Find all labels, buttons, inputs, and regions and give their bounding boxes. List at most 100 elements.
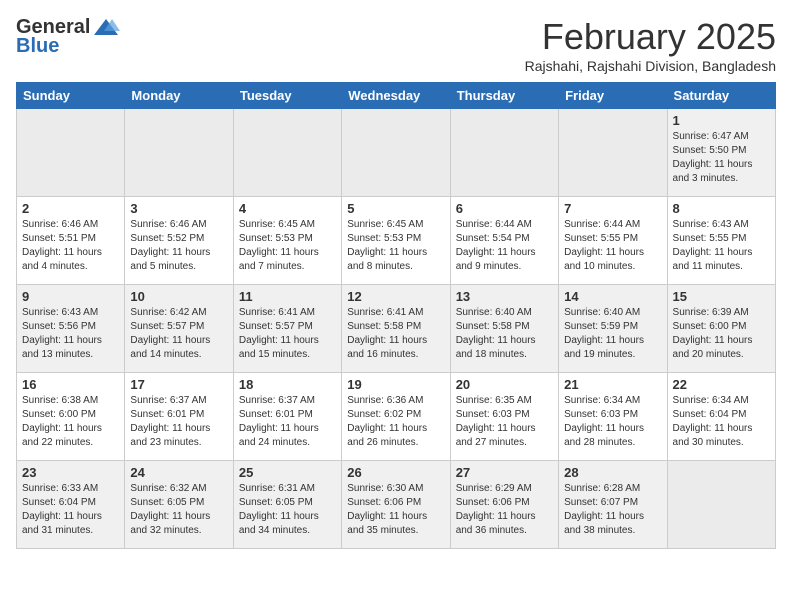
- day-number: 26: [347, 465, 444, 480]
- day-info: Sunrise: 6:28 AM Sunset: 6:07 PM Dayligh…: [564, 482, 661, 538]
- calendar-cell: 27 Sunrise: 6:29 AM Sunset: 6:06 PM Dayli…: [450, 461, 558, 549]
- calendar-cell: [342, 109, 450, 197]
- day-info: Sunrise: 6:41 AM Sunset: 5:58 PM Dayligh…: [347, 306, 444, 362]
- weekday-header-monday: Monday: [125, 83, 233, 109]
- day-info: Sunrise: 6:43 AM Sunset: 5:56 PM Dayligh…: [22, 306, 119, 362]
- calendar-cell: 2 Sunrise: 6:46 AM Sunset: 5:51 PM Daylig…: [17, 197, 125, 285]
- day-info: Sunrise: 6:37 AM Sunset: 6:01 PM Dayligh…: [130, 394, 227, 450]
- day-info: Sunrise: 6:40 AM Sunset: 5:59 PM Dayligh…: [564, 306, 661, 362]
- day-info: Sunrise: 6:31 AM Sunset: 6:05 PM Dayligh…: [239, 482, 336, 538]
- calendar-cell: 16 Sunrise: 6:38 AM Sunset: 6:00 PM Dayli…: [17, 373, 125, 461]
- day-info: Sunrise: 6:34 AM Sunset: 6:04 PM Dayligh…: [673, 394, 770, 450]
- calendar-cell: [125, 109, 233, 197]
- weekday-header-row: SundayMondayTuesdayWednesdayThursdayFrid…: [17, 83, 776, 109]
- calendar-cell: 7Sunrise: 6:44 AM Sunset: 5:55 PM Daylig…: [559, 197, 667, 285]
- day-info: Sunrise: 6:37 AM Sunset: 6:01 PM Dayligh…: [239, 394, 336, 450]
- day-info: Sunrise: 6:42 AM Sunset: 5:57 PM Dayligh…: [130, 306, 227, 362]
- calendar-cell: [233, 109, 341, 197]
- calendar-cell: 17 Sunrise: 6:37 AM Sunset: 6:01 PM Dayli…: [125, 373, 233, 461]
- calendar-cell: 26Sunrise: 6:30 AM Sunset: 6:06 PM Dayli…: [342, 461, 450, 549]
- logo-icon: [92, 17, 120, 39]
- calendar-cell: 18Sunrise: 6:37 AM Sunset: 6:01 PM Dayli…: [233, 373, 341, 461]
- calendar-cell: 11 Sunrise: 6:41 AM Sunset: 5:57 PM Dayli…: [233, 285, 341, 373]
- calendar-week-3: 9 Sunrise: 6:43 AM Sunset: 5:56 PM Daylig…: [17, 285, 776, 373]
- page-header: General Blue February 2025 Rajshahi, Raj…: [16, 16, 776, 74]
- calendar-cell: 3Sunrise: 6:46 AM Sunset: 5:52 PM Daylig…: [125, 197, 233, 285]
- day-info: Sunrise: 6:39 AM Sunset: 6:00 PM Dayligh…: [673, 306, 770, 362]
- calendar-cell: 8 Sunrise: 6:43 AM Sunset: 5:55 PM Daylig…: [667, 197, 775, 285]
- calendar-cell: 14 Sunrise: 6:40 AM Sunset: 5:59 PM Dayli…: [559, 285, 667, 373]
- day-number: 23: [22, 465, 119, 480]
- calendar-cell: [559, 109, 667, 197]
- day-number: 24: [130, 465, 227, 480]
- day-number: 27: [456, 465, 553, 480]
- weekday-header-saturday: Saturday: [667, 83, 775, 109]
- calendar-cell: 23Sunrise: 6:33 AM Sunset: 6:04 PM Dayli…: [17, 461, 125, 549]
- calendar-week-5: 23Sunrise: 6:33 AM Sunset: 6:04 PM Dayli…: [17, 461, 776, 549]
- day-info: Sunrise: 6:43 AM Sunset: 5:55 PM Dayligh…: [673, 218, 770, 274]
- calendar-cell: 21 Sunrise: 6:34 AM Sunset: 6:03 PM Dayli…: [559, 373, 667, 461]
- day-info: Sunrise: 6:35 AM Sunset: 6:03 PM Dayligh…: [456, 394, 553, 450]
- day-number: 25: [239, 465, 336, 480]
- day-number: 19: [347, 377, 444, 392]
- month-title: February 2025: [525, 16, 776, 58]
- day-number: 21: [564, 377, 661, 392]
- day-info: Sunrise: 6:45 AM Sunset: 5:53 PM Dayligh…: [239, 218, 336, 274]
- day-number: 2: [22, 201, 119, 216]
- day-info: Sunrise: 6:29 AM Sunset: 6:06 PM Dayligh…: [456, 482, 553, 538]
- calendar-cell: 24 Sunrise: 6:32 AM Sunset: 6:05 PM Dayli…: [125, 461, 233, 549]
- title-block: February 2025 Rajshahi, Rajshahi Divisio…: [525, 16, 776, 74]
- calendar-cell: [17, 109, 125, 197]
- day-info: Sunrise: 6:34 AM Sunset: 6:03 PM Dayligh…: [564, 394, 661, 450]
- calendar-cell: [450, 109, 558, 197]
- day-info: Sunrise: 6:41 AM Sunset: 5:57 PM Dayligh…: [239, 306, 336, 362]
- calendar-cell: 22 Sunrise: 6:34 AM Sunset: 6:04 PM Dayli…: [667, 373, 775, 461]
- weekday-header-sunday: Sunday: [17, 83, 125, 109]
- calendar-cell: 10 Sunrise: 6:42 AM Sunset: 5:57 PM Dayli…: [125, 285, 233, 373]
- day-number: 14: [564, 289, 661, 304]
- calendar-cell: 5 Sunrise: 6:45 AM Sunset: 5:53 PM Daylig…: [342, 197, 450, 285]
- day-number: 15: [673, 289, 770, 304]
- calendar-cell: [667, 461, 775, 549]
- calendar-cell: 13Sunrise: 6:40 AM Sunset: 5:58 PM Dayli…: [450, 285, 558, 373]
- day-number: 8: [673, 201, 770, 216]
- calendar-cell: 20 Sunrise: 6:35 AM Sunset: 6:03 PM Dayli…: [450, 373, 558, 461]
- day-number: 9: [22, 289, 119, 304]
- day-number: 20: [456, 377, 553, 392]
- day-info: Sunrise: 6:32 AM Sunset: 6:05 PM Dayligh…: [130, 482, 227, 538]
- calendar-week-1: 1 Sunrise: 6:47 AM Sunset: 5:50 PM Daylig…: [17, 109, 776, 197]
- day-number: 10: [130, 289, 227, 304]
- day-info: Sunrise: 6:47 AM Sunset: 5:50 PM Dayligh…: [673, 130, 770, 186]
- day-info: Sunrise: 6:40 AM Sunset: 5:58 PM Dayligh…: [456, 306, 553, 362]
- day-number: 17: [130, 377, 227, 392]
- calendar-cell: 12Sunrise: 6:41 AM Sunset: 5:58 PM Dayli…: [342, 285, 450, 373]
- day-info: Sunrise: 6:44 AM Sunset: 5:55 PM Dayligh…: [564, 218, 661, 274]
- weekday-header-thursday: Thursday: [450, 83, 558, 109]
- calendar-cell: 19 Sunrise: 6:36 AM Sunset: 6:02 PM Dayli…: [342, 373, 450, 461]
- calendar-cell: 28 Sunrise: 6:28 AM Sunset: 6:07 PM Dayli…: [559, 461, 667, 549]
- day-number: 1: [673, 113, 770, 128]
- calendar-cell: 1 Sunrise: 6:47 AM Sunset: 5:50 PM Daylig…: [667, 109, 775, 197]
- day-info: Sunrise: 6:44 AM Sunset: 5:54 PM Dayligh…: [456, 218, 553, 274]
- calendar-cell: 4 Sunrise: 6:45 AM Sunset: 5:53 PM Daylig…: [233, 197, 341, 285]
- logo-blue-text: Blue: [16, 35, 59, 58]
- day-number: 3: [130, 201, 227, 216]
- calendar: SundayMondayTuesdayWednesdayThursdayFrid…: [16, 82, 776, 549]
- day-number: 16: [22, 377, 119, 392]
- calendar-cell: 6Sunrise: 6:44 AM Sunset: 5:54 PM Daylig…: [450, 197, 558, 285]
- day-info: Sunrise: 6:38 AM Sunset: 6:00 PM Dayligh…: [22, 394, 119, 450]
- day-info: Sunrise: 6:36 AM Sunset: 6:02 PM Dayligh…: [347, 394, 444, 450]
- day-number: 28: [564, 465, 661, 480]
- day-info: Sunrise: 6:46 AM Sunset: 5:51 PM Dayligh…: [22, 218, 119, 274]
- day-info: Sunrise: 6:45 AM Sunset: 5:53 PM Dayligh…: [347, 218, 444, 274]
- day-number: 4: [239, 201, 336, 216]
- calendar-week-4: 16 Sunrise: 6:38 AM Sunset: 6:00 PM Dayli…: [17, 373, 776, 461]
- day-number: 22: [673, 377, 770, 392]
- weekday-header-wednesday: Wednesday: [342, 83, 450, 109]
- calendar-cell: 9 Sunrise: 6:43 AM Sunset: 5:56 PM Daylig…: [17, 285, 125, 373]
- day-number: 11: [239, 289, 336, 304]
- day-number: 5: [347, 201, 444, 216]
- weekday-header-friday: Friday: [559, 83, 667, 109]
- weekday-header-tuesday: Tuesday: [233, 83, 341, 109]
- calendar-cell: 15 Sunrise: 6:39 AM Sunset: 6:00 PM Dayli…: [667, 285, 775, 373]
